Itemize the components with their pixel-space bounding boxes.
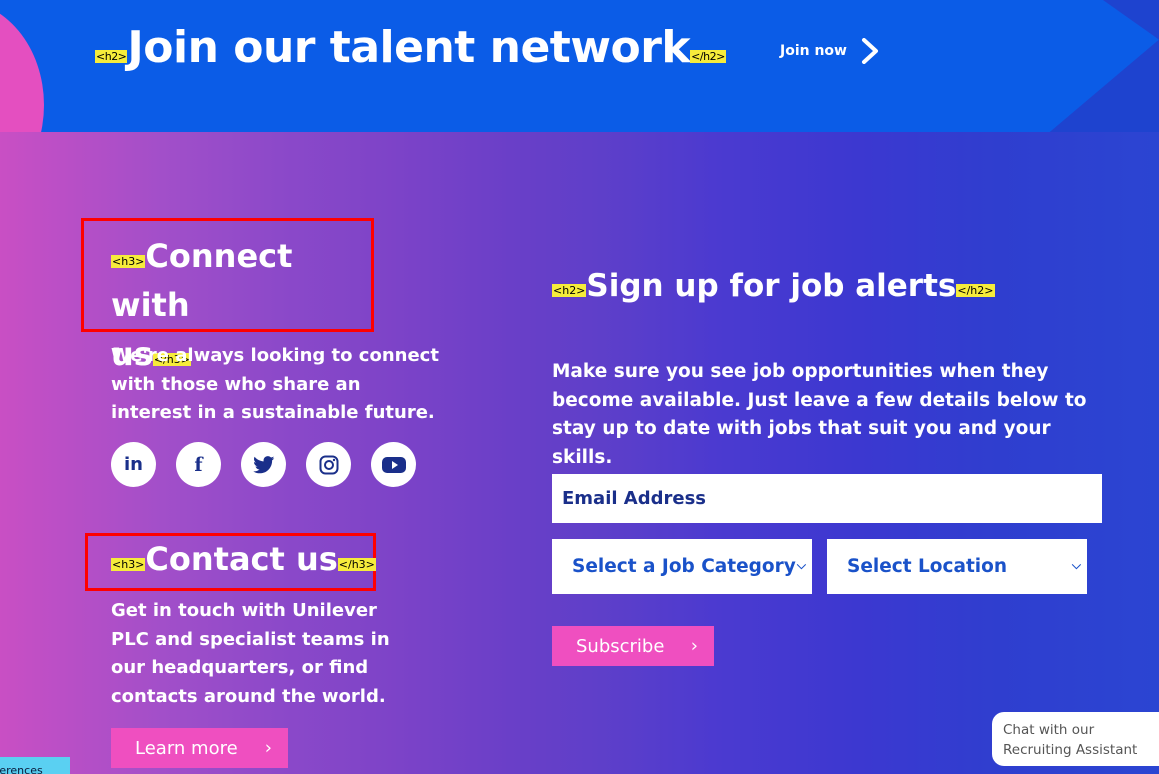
email-field[interactable]: Email Address bbox=[552, 474, 1102, 523]
location-select[interactable]: Select Location ⌵ bbox=[827, 539, 1087, 594]
banner-heading: <h2>Join our talent network</h2> bbox=[95, 22, 726, 73]
subscribe-button[interactable]: Subscribe › bbox=[552, 626, 714, 666]
h2-open-tag-annotation: <h2> bbox=[95, 50, 128, 63]
youtube-icon bbox=[381, 456, 406, 473]
facebook-icon: f bbox=[194, 453, 203, 476]
facebook-link[interactable]: f bbox=[176, 442, 221, 487]
h2-close-tag-annotation: </h2> bbox=[690, 50, 726, 63]
instagram-icon bbox=[319, 455, 338, 474]
contact-description: Get in touch with Unilever PLC and speci… bbox=[111, 600, 390, 707]
chevron-down-icon: ⌵ bbox=[796, 558, 806, 572]
instagram-link[interactable] bbox=[306, 442, 351, 487]
learn-more-label: Learn more bbox=[135, 737, 238, 759]
job-alerts-description: Make sure you see job opportunities when… bbox=[552, 361, 1087, 468]
talent-network-banner: <h2>Join our talent network</h2> Join no… bbox=[0, 0, 1159, 132]
linkedin-link[interactable]: in bbox=[111, 442, 156, 487]
join-now-label: Join now bbox=[780, 43, 847, 59]
email-placeholder: Email Address bbox=[562, 488, 707, 509]
twitter-icon bbox=[252, 455, 274, 473]
social-links: in f bbox=[111, 442, 416, 487]
chat-label-line2: Recruiting Assistant bbox=[1003, 742, 1138, 758]
chevron-right-icon: › bbox=[264, 737, 272, 759]
banner-heading-text: Join our talent network bbox=[127, 22, 691, 73]
chat-label-line1: Chat with our bbox=[1003, 722, 1095, 738]
join-now-link[interactable]: Join now bbox=[780, 38, 881, 64]
chat-assistant-widget[interactable]: Chat with our Recruiting Assistant bbox=[992, 712, 1159, 766]
h2-close-tag-annotation: </h2> bbox=[956, 284, 995, 297]
chevron-down-icon: ⌵ bbox=[1071, 558, 1081, 572]
decorative-pink-circle bbox=[0, 0, 44, 132]
youtube-link[interactable] bbox=[371, 442, 416, 487]
preferences-label: Preferences bbox=[0, 764, 43, 774]
h3-open-tag-annotation: <h3> bbox=[111, 558, 146, 571]
h3-close-tag-annotation: </h3> bbox=[337, 558, 376, 571]
twitter-link[interactable] bbox=[241, 442, 286, 487]
chevron-right-icon: › bbox=[690, 635, 698, 657]
job-category-select[interactable]: Select a Job Category ⌵ bbox=[552, 539, 812, 594]
contact-heading-text: Contact us bbox=[145, 540, 338, 578]
learn-more-button[interactable]: Learn more › bbox=[111, 728, 288, 768]
contact-heading: <h3>Contact us</h3> bbox=[111, 537, 376, 581]
connect-description: We're always looking to connect with tho… bbox=[111, 345, 439, 423]
h3-open-tag-annotation: <h3> bbox=[111, 255, 146, 268]
linkedin-icon: in bbox=[124, 454, 143, 475]
job-category-value: Select a Job Category bbox=[572, 556, 796, 577]
job-alerts-heading: <h2>Sign up for job alerts</h2> bbox=[552, 268, 995, 304]
h2-open-tag-annotation: <h2> bbox=[552, 284, 587, 297]
subscribe-label: Subscribe bbox=[576, 635, 665, 657]
location-value: Select Location bbox=[847, 556, 1008, 577]
job-alerts-heading-text: Sign up for job alerts bbox=[586, 268, 957, 304]
preferences-tab[interactable]: Preferences bbox=[0, 757, 70, 774]
chevron-right-icon bbox=[862, 38, 878, 64]
connect-heading-line1: Connect with bbox=[111, 237, 293, 324]
